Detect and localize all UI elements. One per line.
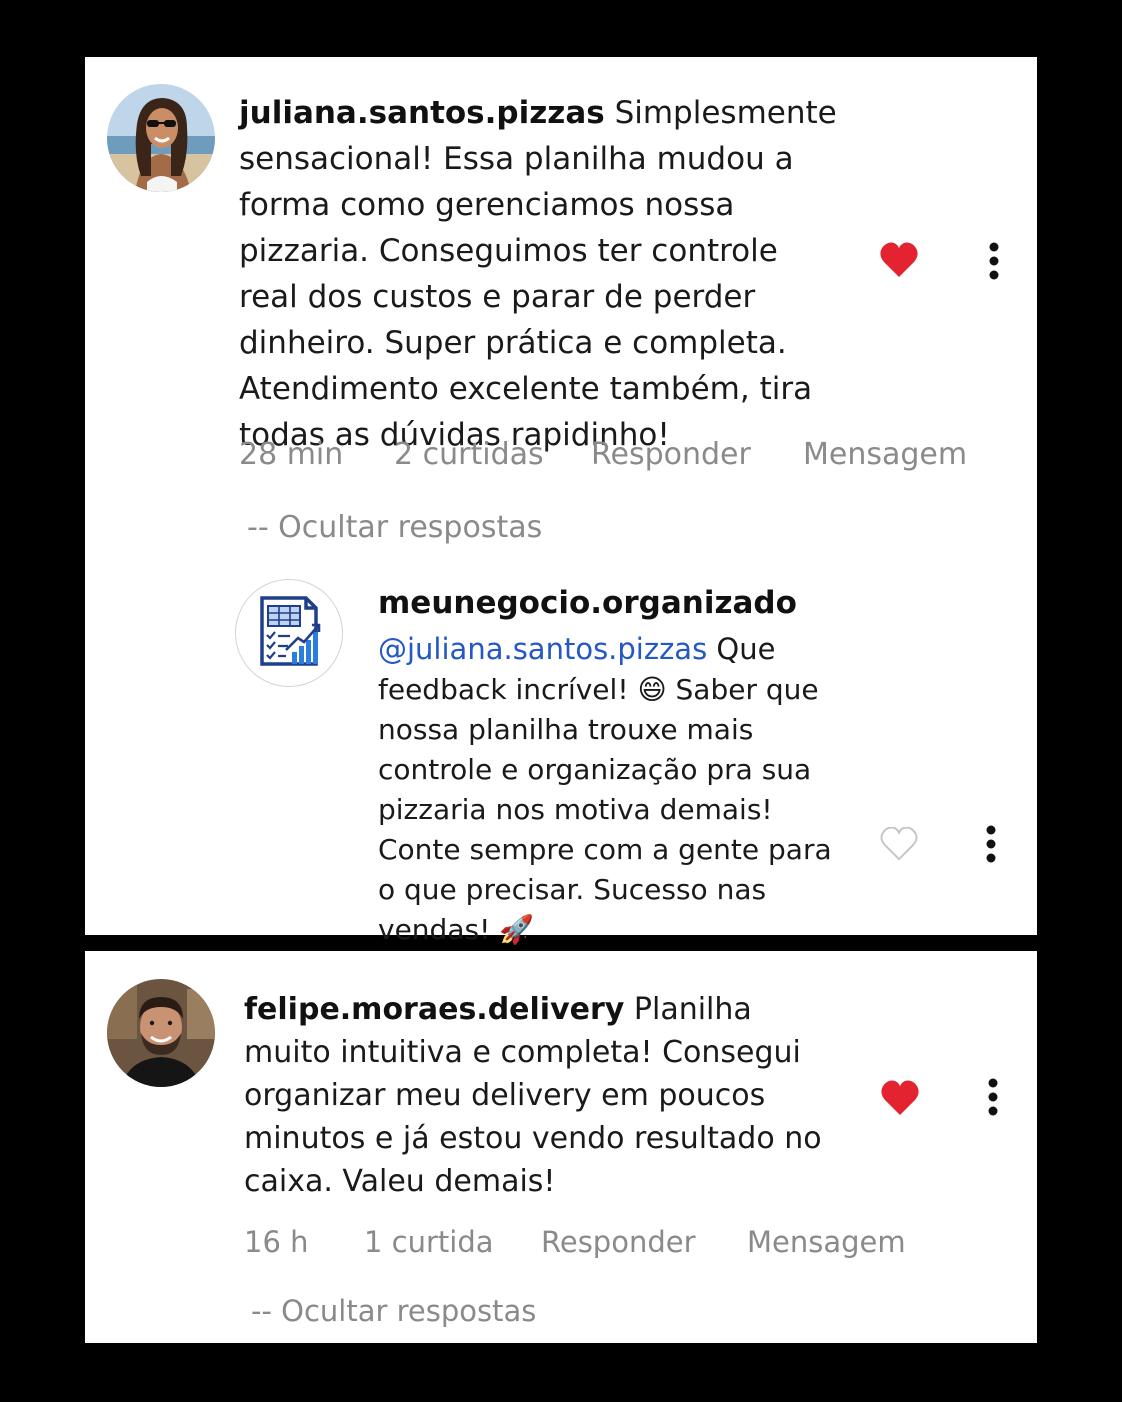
reply-button[interactable]: Responder xyxy=(541,1225,696,1259)
avatar-felipe[interactable] xyxy=(107,979,215,1087)
comment-meta-row: 16 h 1 curtida Responder Mensagem xyxy=(244,1225,1004,1265)
hide-replies-button[interactable]: -- Ocultar respostas xyxy=(247,510,542,545)
heart-outline-icon[interactable] xyxy=(880,827,918,861)
message-button[interactable]: Mensagem xyxy=(803,437,967,472)
comment-meta-row: 28 min 2 curtidas Responder Mensagem xyxy=(239,437,1029,477)
comment-body: juliana.santos.pizzas Simplesmente sensa… xyxy=(239,90,839,458)
heart-filled-icon[interactable] xyxy=(880,1079,920,1117)
hide-replies-button[interactable]: -- Ocultar respostas xyxy=(251,1294,536,1328)
reply-text: feedback incrível! 😄 Saber que nossa pla… xyxy=(378,673,832,946)
comment-card-juliana: juliana.santos.pizzas Simplesmente sensa… xyxy=(85,57,1037,946)
comment-time: 28 min xyxy=(239,437,344,472)
reply-body: @juliana.santos.pizzas Que feedback incr… xyxy=(378,629,838,950)
more-options-icon[interactable] xyxy=(988,242,1000,280)
likes-count[interactable]: 1 curtida xyxy=(364,1225,494,1259)
more-options-icon[interactable] xyxy=(985,825,997,863)
reply-username[interactable]: meunegocio.organizado xyxy=(378,585,797,621)
comment-username[interactable]: felipe.moraes.delivery xyxy=(244,992,624,1027)
likes-count[interactable]: 2 curtidas xyxy=(394,437,544,472)
reply-button[interactable]: Responder xyxy=(591,437,751,472)
spreadsheet-chart-icon xyxy=(260,596,321,666)
avatar-meunegocio[interactable] xyxy=(235,579,343,687)
reply-text-line1: Que xyxy=(707,632,776,666)
comment-username[interactable]: juliana.santos.pizzas xyxy=(239,95,605,131)
comment-time: 16 h xyxy=(244,1225,309,1259)
reply-mention[interactable]: @juliana.santos.pizzas xyxy=(378,632,707,666)
comment-body: felipe.moraes.delivery Planilha muito in… xyxy=(244,988,844,1203)
avatar-juliana[interactable] xyxy=(107,84,215,192)
message-button[interactable]: Mensagem xyxy=(747,1225,906,1259)
heart-filled-icon[interactable] xyxy=(879,241,919,279)
more-options-icon[interactable] xyxy=(987,1078,999,1116)
comment-text: Simplesmente sensacional! Essa planilha … xyxy=(239,95,837,453)
comment-card-felipe: felipe.moraes.delivery Planilha muito in… xyxy=(85,951,1037,1343)
